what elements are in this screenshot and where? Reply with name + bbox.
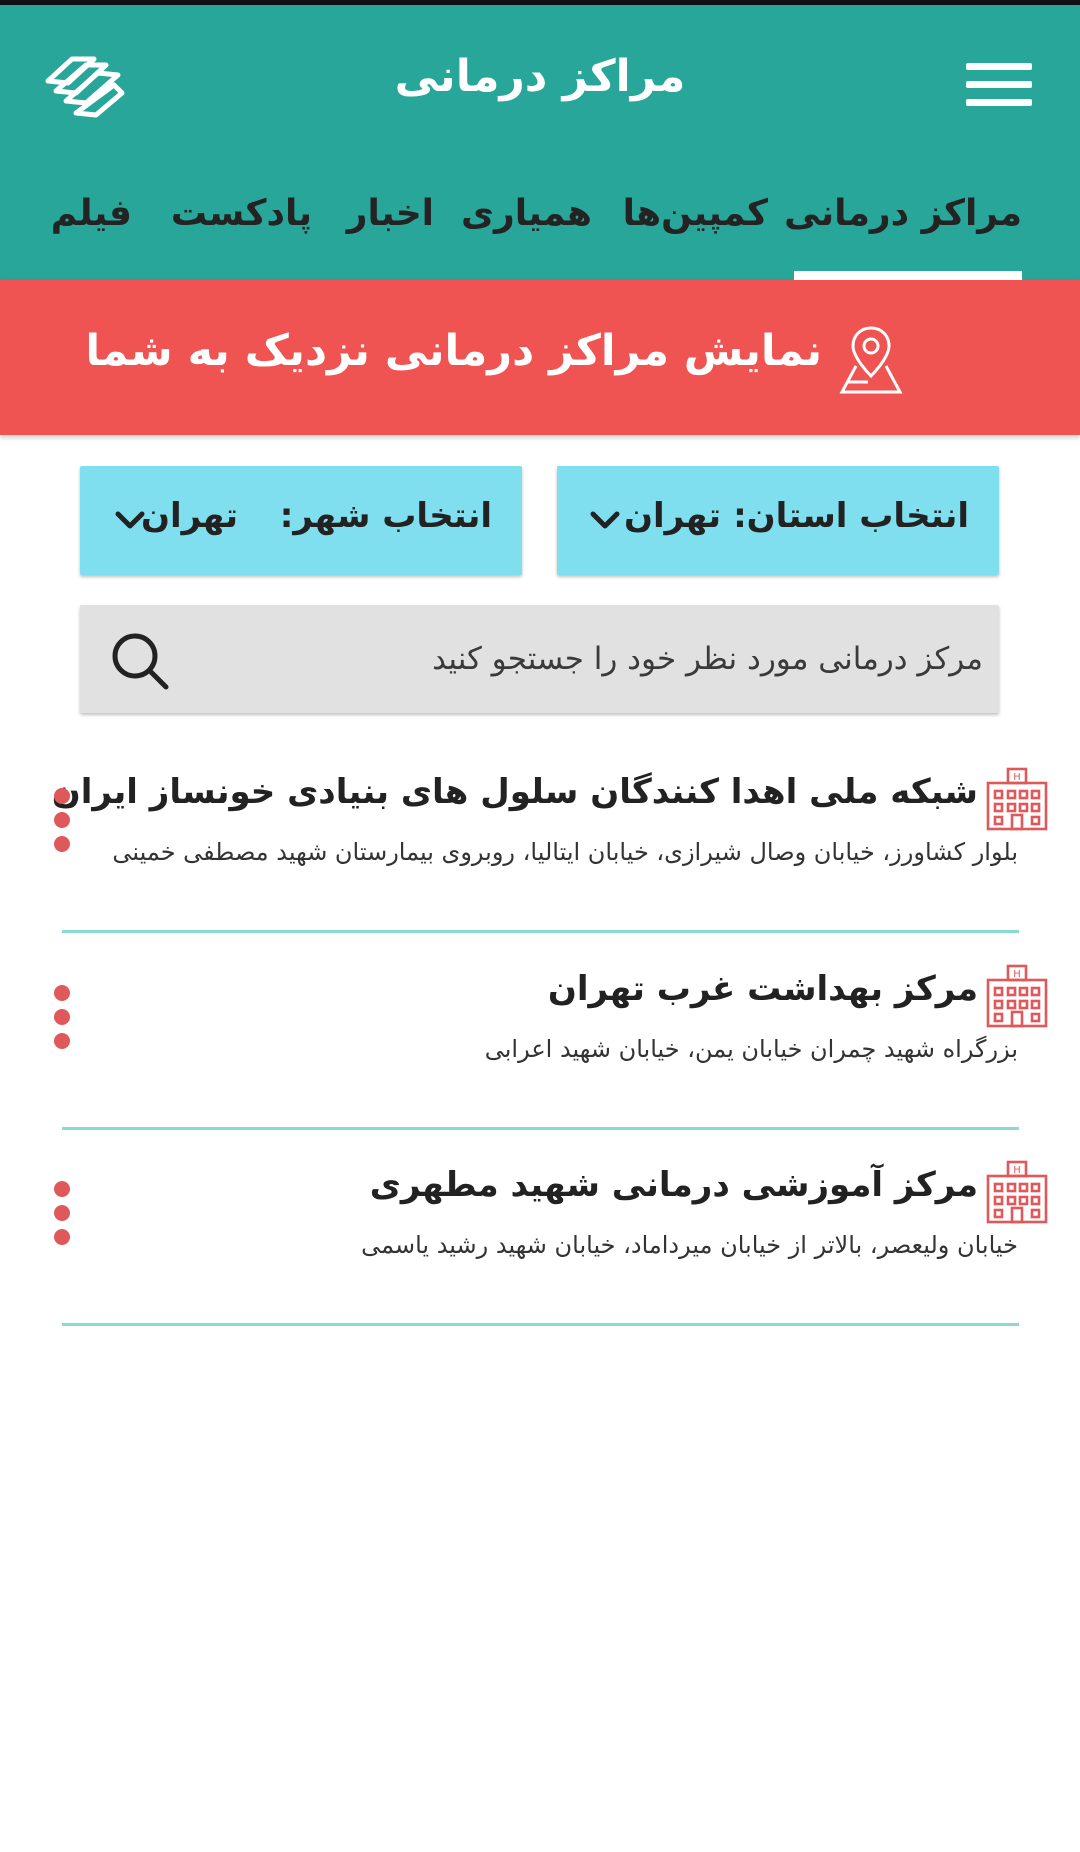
city-select-value: تهران [140,496,238,536]
svg-text:H: H [1013,969,1021,980]
list-item[interactable]: H شبکه ملی اهدا کنندگان سلول های بنیادی … [0,746,1080,943]
divider [62,1127,1019,1130]
province-select-value: تهران [623,496,721,536]
tab-campaigns[interactable]: کمپین‌ها [623,193,768,234]
search-icon[interactable] [108,629,172,693]
app-bar: مراکز درمانی مراکز درمانی کمپین‌ها همیار… [0,5,1080,282]
hospital-icon: H [986,1160,1048,1224]
tab-film[interactable]: فیلم [51,193,132,234]
chevron-down-icon [590,511,620,529]
tab-news[interactable]: اخبار [347,193,434,234]
center-name: شبکه ملی اهدا کنندگان سلول های بنیادی خو… [51,772,978,812]
svg-text:H: H [1013,772,1021,783]
center-address: بلوار کشاورز، خیابان وصال شیرازی، خیابان… [112,838,1018,866]
nearby-centers-banner[interactable]: نمایش مراکز درمانی نزدیک به شما [0,280,1080,435]
center-address: بزرگراه شهید چمران خیابان یمن، خیابان شه… [484,1035,1018,1063]
divider [62,930,1019,933]
hospital-icon: H [986,964,1048,1028]
list-item[interactable]: H مرکز آموزشی درمانی شهید مطهری خیابان و… [0,1139,1080,1336]
svg-text:H: H [1013,1165,1021,1176]
center-name: مرکز آموزشی درمانی شهید مطهری [369,1165,978,1205]
hospital-icon: H [986,767,1048,831]
logo-icon [45,56,125,118]
map-pin-icon [839,326,903,394]
center-address: خیابان ولیعصر، بالاتر از خیابان میرداماد… [361,1231,1018,1259]
city-select[interactable]: انتخاب شهر: تهران [80,466,522,575]
banner-text: نمایش مراکز درمانی نزدیک به شما [85,326,822,376]
more-options-icon[interactable] [50,985,74,1059]
page-title: مراکز درمانی [394,51,686,102]
search-input[interactable] [211,625,985,693]
search-bar [80,605,999,713]
city-select-label: انتخاب شهر: [279,496,492,536]
tab-medical-centers[interactable]: مراکز درمانی [784,193,1022,234]
more-options-icon[interactable] [50,1181,74,1255]
list-item[interactable]: H مرکز بهداشت غرب تهران بزرگراه شهید چمر… [0,943,1080,1140]
center-name: مرکز بهداشت غرب تهران [547,969,978,1009]
more-options-icon[interactable] [50,788,74,862]
tab-bar: مراکز درمانی کمپین‌ها همیاری اخبار پادکس… [0,175,1080,285]
province-select[interactable]: انتخاب استان: تهران [557,466,999,575]
chevron-down-icon [115,511,145,529]
divider [62,1323,1019,1326]
tab-podcast[interactable]: پادکست [171,193,312,234]
province-select-label: انتخاب استان: [733,496,969,536]
tab-cooperation[interactable]: همیاری [461,193,592,234]
